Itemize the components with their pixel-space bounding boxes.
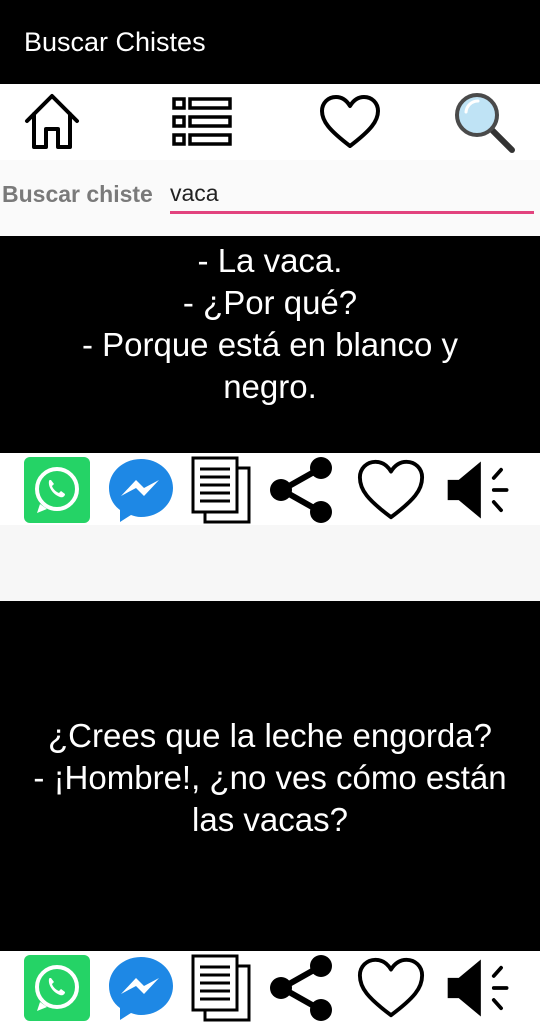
favorite-icon[interactable] [356, 953, 426, 1023]
search-input[interactable] [170, 178, 534, 214]
favorite-icon[interactable] [356, 455, 426, 525]
top-nav [0, 84, 540, 160]
joke-line: las vacas? [192, 801, 348, 838]
home-icon[interactable] [20, 90, 84, 154]
joke-line: - ¿Por qué? [182, 284, 358, 321]
list-icon[interactable] [170, 90, 234, 154]
joke-line: ¿Crees que la leche engorda? [48, 717, 492, 754]
speaker-icon[interactable] [444, 953, 514, 1023]
joke-actions [0, 453, 540, 525]
search-label: Buscar chiste [2, 181, 153, 207]
joke-line: - Porque está en blanco y [81, 326, 459, 363]
share-icon[interactable] [266, 455, 336, 525]
messenger-icon[interactable] [106, 455, 176, 525]
app-title: Buscar Chistes [24, 27, 206, 57]
whatsapp-icon[interactable] [22, 455, 92, 525]
separator [0, 525, 540, 601]
joke-line: - La vaca. [197, 242, 343, 279]
joke-actions [0, 951, 540, 1028]
joke-card: - La vaca. - ¿Por qué? - Porque está en … [0, 236, 540, 453]
whatsapp-icon[interactable] [22, 953, 92, 1023]
joke-card: ¿Crees que la leche engorda? - ¡Hombre!,… [0, 601, 540, 951]
app-bar: Buscar Chistes [0, 0, 540, 84]
joke-line: - ¡Hombre!, ¿no ves cómo están [33, 759, 507, 796]
copy-icon[interactable] [186, 455, 256, 525]
share-icon[interactable] [266, 953, 336, 1023]
joke-line: negro. [223, 368, 317, 405]
speaker-icon[interactable] [444, 455, 514, 525]
heart-icon[interactable] [318, 90, 382, 154]
search-icon[interactable] [452, 90, 516, 154]
joke-text: - La vaca. - ¿Por qué? - Porque está en … [0, 240, 540, 408]
copy-icon[interactable] [186, 953, 256, 1023]
messenger-icon[interactable] [106, 953, 176, 1023]
joke-text: ¿Crees que la leche engorda? - ¡Hombre!,… [0, 715, 540, 841]
search-bar: Buscar chiste [0, 160, 540, 236]
